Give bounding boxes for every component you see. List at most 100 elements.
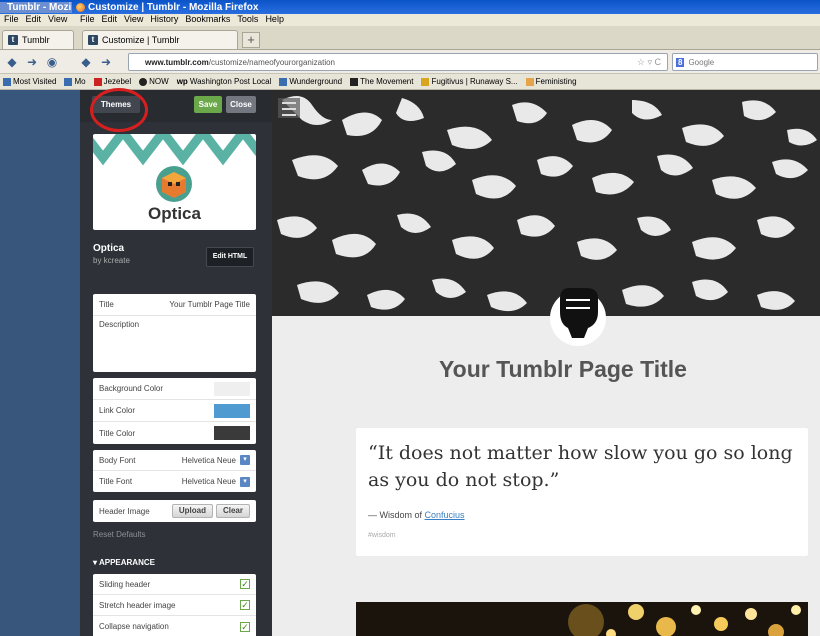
color-label: Background Color bbox=[99, 384, 164, 393]
forward-arrow-icon[interactable]: ➜ bbox=[98, 54, 114, 70]
description-label: Description bbox=[99, 320, 140, 329]
bookmark-label: Feministing bbox=[535, 77, 577, 86]
tab-tumblr[interactable]: t Tumblr bbox=[2, 30, 74, 49]
menu-file[interactable]: File bbox=[4, 14, 19, 26]
tab-label: Tumblr bbox=[22, 35, 50, 45]
font-row-title[interactable]: Title Font Helvetica Neue ▾ bbox=[93, 471, 256, 492]
window-title-tumblr[interactable]: Tumblr - Mozi bbox=[0, 1, 72, 13]
theme-name: Optica bbox=[93, 243, 125, 254]
bookmark-label: Washington Post Local bbox=[189, 77, 272, 86]
bookmark-now[interactable]: NOW bbox=[139, 77, 169, 86]
url-path: /customize/nameofyourorganization bbox=[208, 57, 336, 67]
bookmark-feministing[interactable]: Feministing bbox=[525, 77, 577, 86]
color-swatch[interactable] bbox=[214, 426, 250, 440]
header-image-box: Header Image Upload Clear bbox=[93, 500, 256, 522]
bookmark-wunderground[interactable]: Wunderground bbox=[279, 77, 342, 86]
close-button[interactable]: Close bbox=[226, 96, 256, 113]
blog-preview: Your Tumblr Page Title “It does not matt… bbox=[272, 90, 820, 636]
theme-author: by kcreate bbox=[93, 256, 130, 265]
font-label: Body Font bbox=[99, 455, 136, 465]
color-row-background[interactable]: Background Color bbox=[93, 378, 256, 400]
clear-button[interactable]: Clear bbox=[215, 504, 250, 518]
page-background bbox=[0, 90, 80, 636]
edit-html-button[interactable]: Edit HTML bbox=[206, 247, 254, 267]
font-select[interactable]: Helvetica Neue bbox=[182, 477, 236, 486]
reset-defaults-link[interactable]: Reset Defaults bbox=[93, 530, 145, 539]
chevron-down-icon[interactable]: ▾ bbox=[240, 455, 250, 465]
checkbox-checked-icon[interactable]: ✓ bbox=[240, 579, 250, 589]
color-swatch[interactable] bbox=[214, 403, 250, 418]
color-row-title[interactable]: Title Color bbox=[93, 422, 256, 444]
quote-text: “It does not matter how slow you go so l… bbox=[368, 442, 793, 491]
option-collapse-navigation[interactable]: Collapse navigation ✓ bbox=[93, 616, 256, 636]
post-tag[interactable]: #wisdom bbox=[368, 532, 396, 539]
description-field[interactable]: Description bbox=[93, 316, 256, 370]
quote-source: — Wisdom of Confucius bbox=[368, 510, 465, 520]
bookmark-the-movement[interactable]: The Movement bbox=[350, 77, 413, 86]
color-swatch[interactable] bbox=[214, 381, 250, 396]
new-tab-button[interactable]: + bbox=[242, 32, 260, 48]
annotation-circle bbox=[90, 88, 148, 132]
appearance-heading[interactable]: ▾ APPEARANCE bbox=[93, 558, 155, 567]
quote-post: “It does not matter how slow you go so l… bbox=[356, 428, 808, 556]
title-description-box: Title Your Tumblr Page Title Description bbox=[93, 294, 256, 372]
quote-source-prefix: — Wisdom of bbox=[368, 510, 423, 520]
chevron-down-icon[interactable]: ▾ bbox=[240, 476, 250, 487]
option-stretch-header[interactable]: Stretch header image ✓ bbox=[93, 595, 256, 616]
menu-history[interactable]: History bbox=[150, 14, 178, 26]
menu-help[interactable]: Help bbox=[265, 14, 284, 26]
bookmark-label: Jezebel bbox=[103, 77, 132, 86]
url-bar[interactable]: www.tumblr.com /customize/nameofyourorga… bbox=[128, 53, 668, 71]
menu-tools[interactable]: Tools bbox=[237, 14, 258, 26]
search-box[interactable]: 8 Google bbox=[672, 53, 818, 71]
window-title-text: Customize | Tumblr - Mozilla Firefox bbox=[88, 1, 259, 13]
bookmark-icon bbox=[3, 77, 11, 86]
bookmark-washington-post[interactable]: wp Washington Post Local bbox=[177, 77, 272, 86]
color-label: Link Color bbox=[99, 406, 136, 415]
menu-view[interactable]: View bbox=[48, 14, 67, 26]
bookmark-fugitivus[interactable]: Fugitivus | Runaway S... bbox=[421, 77, 518, 86]
tab-customize[interactable]: t Customize | Tumblr bbox=[82, 30, 238, 49]
option-sliding-header[interactable]: Sliding header ✓ bbox=[93, 574, 256, 595]
menu-view[interactable]: View bbox=[124, 14, 143, 26]
menu-bar: File Edit View File Edit View History Bo… bbox=[0, 14, 820, 26]
checkbox-checked-icon[interactable]: ✓ bbox=[240, 621, 250, 632]
option-label: Stretch header image bbox=[99, 600, 176, 610]
window-title-text: Tumblr - Mozi bbox=[7, 1, 72, 13]
menu-icon[interactable] bbox=[278, 98, 300, 118]
bookmark-most-visited[interactable]: Most Visited bbox=[3, 77, 56, 86]
back-arrow-icon[interactable]: ◆ bbox=[78, 54, 94, 70]
font-row-body[interactable]: Body Font Helvetica Neue ▾ bbox=[93, 450, 256, 471]
bookmark-jezebel[interactable]: Jezebel bbox=[93, 77, 132, 86]
font-select[interactable]: Helvetica Neue bbox=[182, 456, 236, 465]
save-button[interactable]: Save bbox=[194, 96, 222, 113]
color-row-link[interactable]: Link Color bbox=[93, 400, 256, 422]
site-icon: ◉ bbox=[46, 54, 58, 69]
theme-thumbnail[interactable]: Optica bbox=[93, 134, 256, 230]
bookmark-label: Mo bbox=[74, 77, 86, 86]
bookmark-label: The Movement bbox=[360, 77, 414, 86]
fist-logo-icon bbox=[550, 288, 606, 346]
title-row[interactable]: Title Your Tumblr Page Title bbox=[93, 294, 256, 316]
wp-icon: wp bbox=[176, 77, 188, 86]
checkbox-checked-icon[interactable]: ✓ bbox=[240, 600, 250, 610]
menu-bookmarks[interactable]: Bookmarks bbox=[185, 14, 230, 26]
forward-arrow-icon[interactable]: ➜ bbox=[24, 54, 40, 70]
theme-preview-name: Optica bbox=[148, 204, 201, 223]
bookmark-label: Fugitivus | Runaway S... bbox=[431, 77, 518, 86]
menu-edit[interactable]: Edit bbox=[102, 14, 118, 26]
bookmark-star-icon[interactable]: ☆ ▿ C bbox=[637, 57, 661, 68]
nav-bar: ◆ ➜ ◉ ◆ ➜ www.tumblr.com /customize/name… bbox=[0, 50, 820, 74]
tab-strip: t Tumblr t Customize | Tumblr + bbox=[0, 26, 820, 50]
quote-author-link[interactable]: Confucius bbox=[425, 510, 465, 520]
menu-file[interactable]: File bbox=[80, 14, 95, 26]
upload-button[interactable]: Upload bbox=[171, 504, 213, 518]
back-arrow-icon[interactable]: ◆ bbox=[4, 54, 20, 70]
menu-edit[interactable]: Edit bbox=[26, 14, 42, 26]
blog-title[interactable]: Your Tumblr Page Title bbox=[272, 356, 820, 383]
title-field[interactable]: Your Tumblr Page Title bbox=[169, 300, 250, 309]
search-engine-icon[interactable]: 8 bbox=[676, 57, 685, 67]
window-title-customize[interactable]: Customize | Tumblr - Mozilla Firefox bbox=[72, 2, 262, 13]
appearance-options-box: Sliding header ✓ Stretch header image ✓ … bbox=[93, 574, 256, 636]
bookmark-item[interactable]: Mo bbox=[64, 77, 86, 86]
